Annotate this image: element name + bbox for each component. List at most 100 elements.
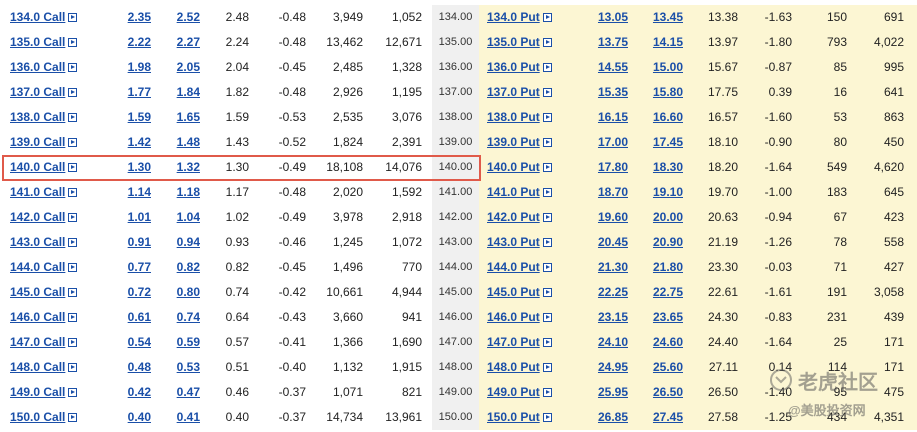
popup-arrow-icon[interactable]: [68, 63, 78, 72]
popup-arrow-icon[interactable]: [542, 363, 552, 372]
put-ask-text[interactable]: 14.15: [653, 35, 683, 49]
put-ask-text[interactable]: 22.75: [653, 285, 683, 299]
put-symbol-text[interactable]: 145.0 Put: [487, 285, 540, 299]
call-symbol-link[interactable]: 144.0 Call: [10, 255, 110, 279]
put-symbol-link[interactable]: 137.0 Put: [487, 80, 587, 104]
popup-arrow-icon[interactable]: [68, 238, 78, 247]
put-bid-link[interactable]: 20.45: [590, 230, 628, 254]
put-bid-text[interactable]: 19.60: [598, 210, 628, 224]
put-ask-link[interactable]: 17.45: [640, 130, 683, 154]
popup-arrow-icon[interactable]: [68, 338, 78, 347]
popup-arrow-icon[interactable]: [542, 188, 552, 197]
put-ask-link[interactable]: 15.80: [640, 80, 683, 104]
popup-arrow-icon[interactable]: [68, 313, 78, 322]
call-bid-text[interactable]: 0.48: [128, 360, 151, 374]
put-ask-text[interactable]: 17.45: [653, 135, 683, 149]
put-bid-link[interactable]: 16.15: [590, 105, 628, 129]
call-ask-link[interactable]: 1.84: [155, 80, 200, 104]
put-bid-text[interactable]: 16.15: [598, 110, 628, 124]
call-bid-link[interactable]: 0.40: [110, 405, 151, 429]
put-bid-text[interactable]: 17.80: [598, 160, 628, 174]
call-ask-text[interactable]: 0.47: [177, 385, 200, 399]
call-bid-text[interactable]: 0.61: [128, 310, 151, 324]
put-ask-link[interactable]: 22.75: [640, 280, 683, 304]
put-ask-link[interactable]: 24.60: [640, 330, 683, 354]
put-ask-text[interactable]: 23.65: [653, 310, 683, 324]
call-bid-text[interactable]: 1.59: [128, 110, 151, 124]
popup-arrow-icon[interactable]: [542, 263, 552, 272]
call-ask-text[interactable]: 2.05: [177, 60, 200, 74]
call-symbol-link[interactable]: 136.0 Call: [10, 55, 110, 79]
call-bid-text[interactable]: 1.30: [128, 160, 151, 174]
put-ask-link[interactable]: 21.80: [640, 255, 683, 279]
put-bid-text[interactable]: 22.25: [598, 285, 628, 299]
popup-arrow-icon[interactable]: [68, 388, 78, 397]
popup-arrow-icon[interactable]: [542, 138, 552, 147]
call-symbol-text[interactable]: 149.0 Call: [10, 385, 65, 399]
call-bid-text[interactable]: 1.77: [128, 85, 151, 99]
put-ask-link[interactable]: 20.90: [640, 230, 683, 254]
call-ask-text[interactable]: 0.94: [177, 235, 200, 249]
popup-arrow-icon[interactable]: [68, 263, 78, 272]
call-bid-text[interactable]: 0.54: [128, 335, 151, 349]
put-symbol-text[interactable]: 135.0 Put: [487, 35, 540, 49]
call-ask-text[interactable]: 0.41: [177, 410, 200, 424]
call-symbol-text[interactable]: 135.0 Call: [10, 35, 65, 49]
popup-arrow-icon[interactable]: [68, 188, 78, 197]
put-bid-text[interactable]: 17.00: [598, 135, 628, 149]
call-bid-text[interactable]: 0.77: [128, 260, 151, 274]
popup-arrow-icon[interactable]: [542, 238, 552, 247]
put-symbol-text[interactable]: 140.0 Put: [487, 160, 540, 174]
call-bid-link[interactable]: 0.42: [110, 380, 151, 404]
popup-arrow-icon[interactable]: [542, 38, 552, 47]
call-symbol-link[interactable]: 149.0 Call: [10, 380, 110, 404]
call-bid-link[interactable]: 0.48: [110, 355, 151, 379]
call-symbol-link[interactable]: 147.0 Call: [10, 330, 110, 354]
call-symbol-link[interactable]: 135.0 Call: [10, 30, 110, 54]
put-symbol-link[interactable]: 144.0 Put: [487, 255, 587, 279]
call-symbol-link[interactable]: 140.0 Call: [10, 155, 110, 179]
call-symbol-link[interactable]: 143.0 Call: [10, 230, 110, 254]
put-symbol-link[interactable]: 135.0 Put: [487, 30, 587, 54]
popup-arrow-icon[interactable]: [542, 388, 552, 397]
put-symbol-text[interactable]: 141.0 Put: [487, 185, 540, 199]
call-ask-link[interactable]: 1.32: [155, 155, 200, 179]
call-bid-link[interactable]: 1.98: [110, 55, 151, 79]
put-symbol-link[interactable]: 134.0 Put: [487, 5, 587, 29]
put-bid-text[interactable]: 15.35: [598, 85, 628, 99]
put-bid-link[interactable]: 17.80: [590, 155, 628, 179]
put-symbol-link[interactable]: 147.0 Put: [487, 330, 587, 354]
call-symbol-text[interactable]: 145.0 Call: [10, 285, 65, 299]
popup-arrow-icon[interactable]: [68, 413, 78, 422]
put-bid-link[interactable]: 18.70: [590, 180, 628, 204]
put-symbol-text[interactable]: 136.0 Put: [487, 60, 540, 74]
call-symbol-link[interactable]: 138.0 Call: [10, 105, 110, 129]
popup-arrow-icon[interactable]: [542, 288, 552, 297]
popup-arrow-icon[interactable]: [542, 113, 552, 122]
call-bid-text[interactable]: 2.35: [128, 10, 151, 24]
call-ask-text[interactable]: 0.53: [177, 360, 200, 374]
call-bid-text[interactable]: 1.01: [128, 210, 151, 224]
put-ask-text[interactable]: 27.45: [653, 410, 683, 424]
put-symbol-text[interactable]: 142.0 Put: [487, 210, 540, 224]
call-symbol-text[interactable]: 142.0 Call: [10, 210, 65, 224]
put-symbol-text[interactable]: 134.0 Put: [487, 10, 540, 24]
call-symbol-link[interactable]: 137.0 Call: [10, 80, 110, 104]
call-bid-link[interactable]: 2.35: [110, 5, 151, 29]
put-symbol-text[interactable]: 138.0 Put: [487, 110, 540, 124]
put-ask-text[interactable]: 15.80: [653, 85, 683, 99]
put-ask-link[interactable]: 25.60: [640, 355, 683, 379]
call-bid-link[interactable]: 0.77: [110, 255, 151, 279]
put-symbol-text[interactable]: 139.0 Put: [487, 135, 540, 149]
put-symbol-link[interactable]: 141.0 Put: [487, 180, 587, 204]
popup-arrow-icon[interactable]: [68, 13, 78, 22]
put-ask-link[interactable]: 27.45: [640, 405, 683, 429]
popup-arrow-icon[interactable]: [68, 38, 78, 47]
put-ask-text[interactable]: 18.30: [653, 160, 683, 174]
popup-arrow-icon[interactable]: [68, 363, 78, 372]
call-ask-link[interactable]: 1.48: [155, 130, 200, 154]
call-bid-text[interactable]: 1.42: [128, 135, 151, 149]
put-ask-link[interactable]: 23.65: [640, 305, 683, 329]
put-symbol-link[interactable]: 139.0 Put: [487, 130, 587, 154]
call-bid-text[interactable]: 0.40: [128, 410, 151, 424]
